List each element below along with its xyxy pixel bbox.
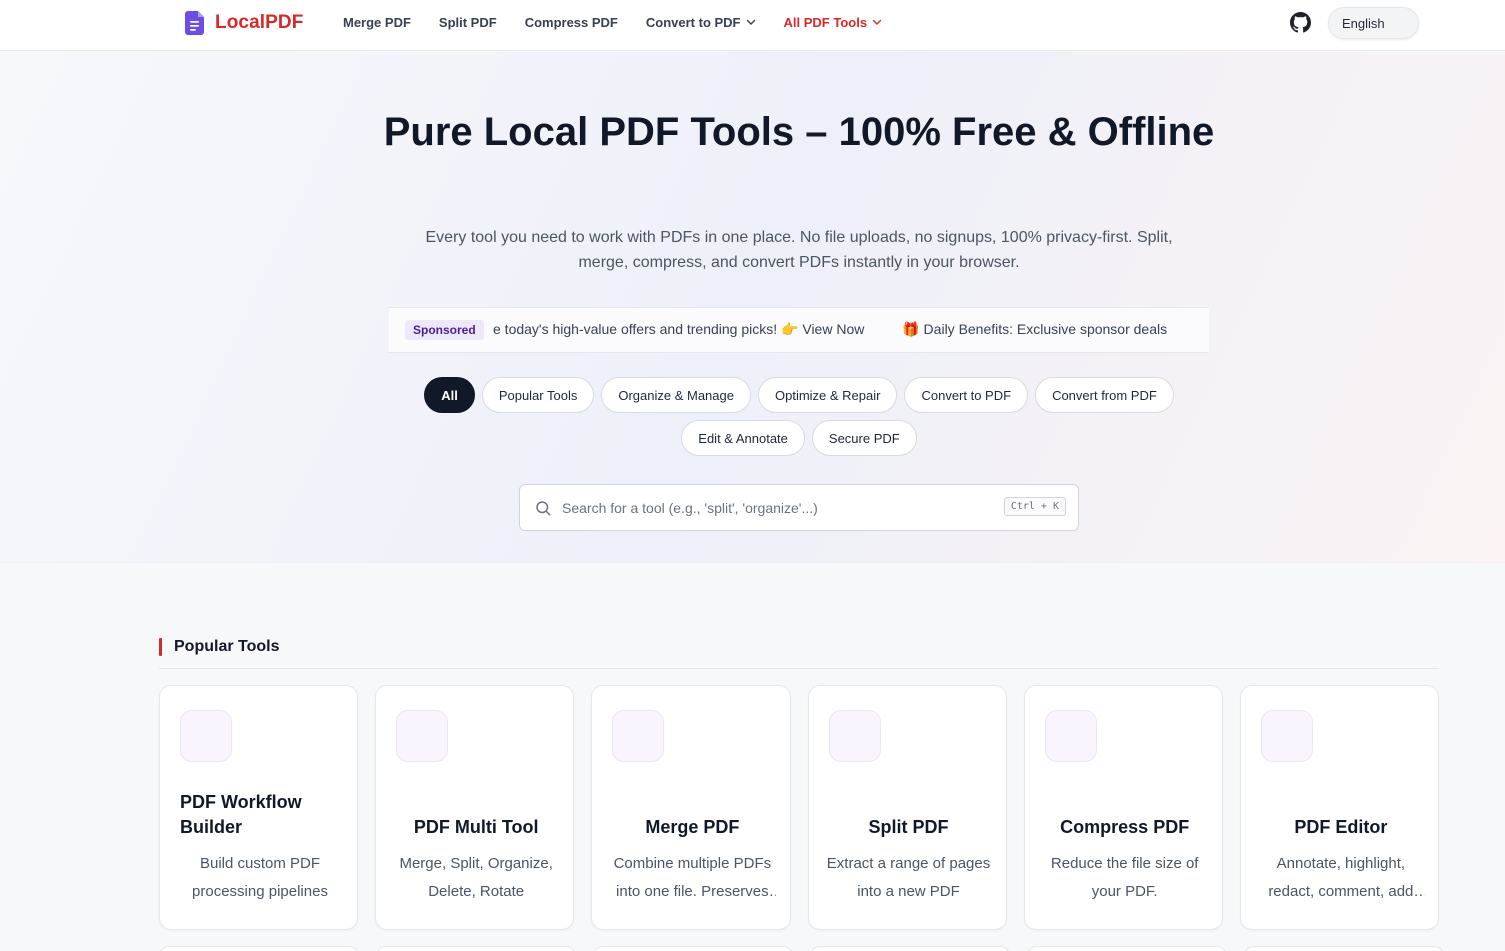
hero-subtitle: Every tool you need to work with PDFs in… (425, 229, 1173, 271)
next-row-card (593, 946, 793, 951)
tool-icon (1044, 710, 1097, 762)
tool-description: Extract a range of pages into a new PDF (826, 855, 991, 900)
tool-icon (396, 710, 449, 762)
tool-title-wrap: PDF Multi Tool (376, 778, 576, 840)
tool-search-box[interactable]: Ctrl + K (519, 484, 1079, 531)
tool-title-wrap: Split PDF (809, 778, 1009, 840)
tool-title: Split PDF (868, 817, 949, 837)
nav-item-label: Convert to PDF (645, 14, 741, 30)
chevron-down-icon (872, 19, 882, 25)
tool-card[interactable]: Compress PDF Reduce the file size of your… (1023, 685, 1225, 930)
tool-title: PDF Workflow Builder (180, 792, 302, 837)
tool-title-wrap: PDF Editor (1241, 778, 1441, 840)
tool-icon (180, 710, 232, 762)
sponsor-ticker[interactable]: e today's high-value offers and trending… (493, 321, 1193, 341)
search-input[interactable] (562, 495, 992, 521)
tool-card[interactable]: PDF Multi Tool Merge, Split, Organize, De… (375, 685, 576, 930)
category-chip-organize-manage[interactable]: Organize & Manage (601, 377, 751, 413)
tool-icon (1260, 710, 1313, 762)
section-divider (159, 668, 1439, 669)
tool-description: Build custom PDF processing pipelines (192, 855, 328, 900)
next-row-card (810, 946, 1010, 951)
tool-card[interactable]: Merge PDF Combine multiple PDFs into one … (591, 685, 792, 930)
nav-item-label: Merge PDF (343, 14, 411, 30)
sponsor-message[interactable]: 🎁 Daily Benefits: Exclusive sponsor deal… (902, 321, 1167, 337)
tool-icon (612, 710, 665, 762)
sponsored-badge: Sponsored (405, 320, 484, 340)
brand-name: LocalPDF (215, 12, 304, 33)
category-chip-optimize-repair[interactable]: Optimize & Repair (757, 377, 898, 413)
logo-link[interactable]: LocalPDF (185, 11, 303, 35)
section-accent-bar (159, 638, 162, 656)
next-row-card (1244, 946, 1444, 951)
chevron-down-icon (746, 19, 755, 25)
tool-description: Annotate, highlight, redact, comment, ad… (1268, 855, 1414, 900)
category-chip-all[interactable]: All (424, 377, 475, 413)
keyboard-shortcut-hint: Ctrl + K (1003, 497, 1066, 516)
nav-item-convert-to-pdf[interactable]: Convert to PDF (646, 15, 756, 30)
nav-item-split-pdf[interactable]: Split PDF (439, 15, 497, 30)
category-chip-popular-tools[interactable]: Popular Tools (481, 377, 595, 413)
category-chip-convert-to-pdf[interactable]: Convert to PDF (904, 377, 1029, 413)
nav-item-merge-pdf[interactable]: Merge PDF (343, 15, 411, 30)
main-nav: Merge PDF Split PDF Compress PDF Convert to… (343, 0, 882, 44)
language-selector[interactable]: English (1328, 7, 1419, 39)
top-navbar: LocalPDF Merge PDF Split PDF Compress PDF C… (0, 0, 1505, 51)
tool-description: Reduce the file size of your PDF. (1050, 855, 1199, 900)
document-logo-icon (185, 11, 204, 35)
tool-title: PDF Multi Tool (413, 817, 539, 837)
popular-tools-grid: PDF Workflow Builder Build custom PDF pro… (159, 685, 1441, 951)
tool-description: Merge, Split, Organize, Delete, Rotate (399, 855, 553, 900)
sponsor-banner[interactable]: Sponsored e today's high-value offers an… (389, 307, 1209, 353)
github-icon[interactable] (1290, 12, 1311, 33)
tool-icon (828, 710, 881, 762)
category-filters: All Popular Tools Organize & Manage Optimiz… (389, 377, 1209, 456)
next-row-card (159, 946, 359, 951)
popular-tools-heading: Popular Tools (159, 638, 279, 656)
tool-title-wrap: Compress PDF (1025, 778, 1225, 840)
next-row-card (1027, 946, 1227, 951)
nav-item-label: Split PDF (438, 14, 497, 30)
hero-title: Pure Local PDF Tools – 100% Free & Offli… (383, 110, 1215, 154)
nav-item-label: Compress PDF (524, 14, 618, 30)
nav-item-all-pdf-tools[interactable]: All PDF Tools (784, 15, 883, 30)
sponsor-message[interactable]: e today's high-value offers and trending… (493, 321, 864, 337)
tool-title: Compress PDF (1060, 817, 1190, 837)
tool-card[interactable]: Split PDF Extract a range of pages into a… (807, 685, 1009, 930)
section-title: Popular Tools (174, 638, 280, 655)
nav-item-compress-pdf[interactable]: Compress PDF (525, 15, 618, 30)
category-chip-convert-from-pdf[interactable]: Convert from PDF (1035, 377, 1174, 413)
tool-title: Merge PDF (645, 817, 740, 837)
next-row-card (376, 946, 576, 951)
tool-card[interactable]: PDF Editor Annotate, highlight, redact, c… (1239, 685, 1441, 930)
tool-title: PDF Editor (1294, 817, 1388, 837)
hero-section: Pure Local PDF Tools – 100% Free & Offli… (0, 52, 1505, 563)
tool-card[interactable]: PDF Workflow Builder Build custom PDF pro… (159, 685, 360, 930)
nav-item-label: All PDF Tools (783, 14, 868, 30)
category-chip-edit-annotate[interactable]: Edit & Annotate (681, 420, 805, 456)
tool-title-wrap: PDF Workflow Builder (160, 778, 360, 840)
tool-description: Combine multiple PDFs into one file. Pre… (613, 855, 772, 900)
category-chip-secure-pdf[interactable]: Secure PDF (811, 420, 917, 456)
tool-title-wrap: Merge PDF (592, 778, 792, 840)
search-icon (536, 501, 551, 516)
